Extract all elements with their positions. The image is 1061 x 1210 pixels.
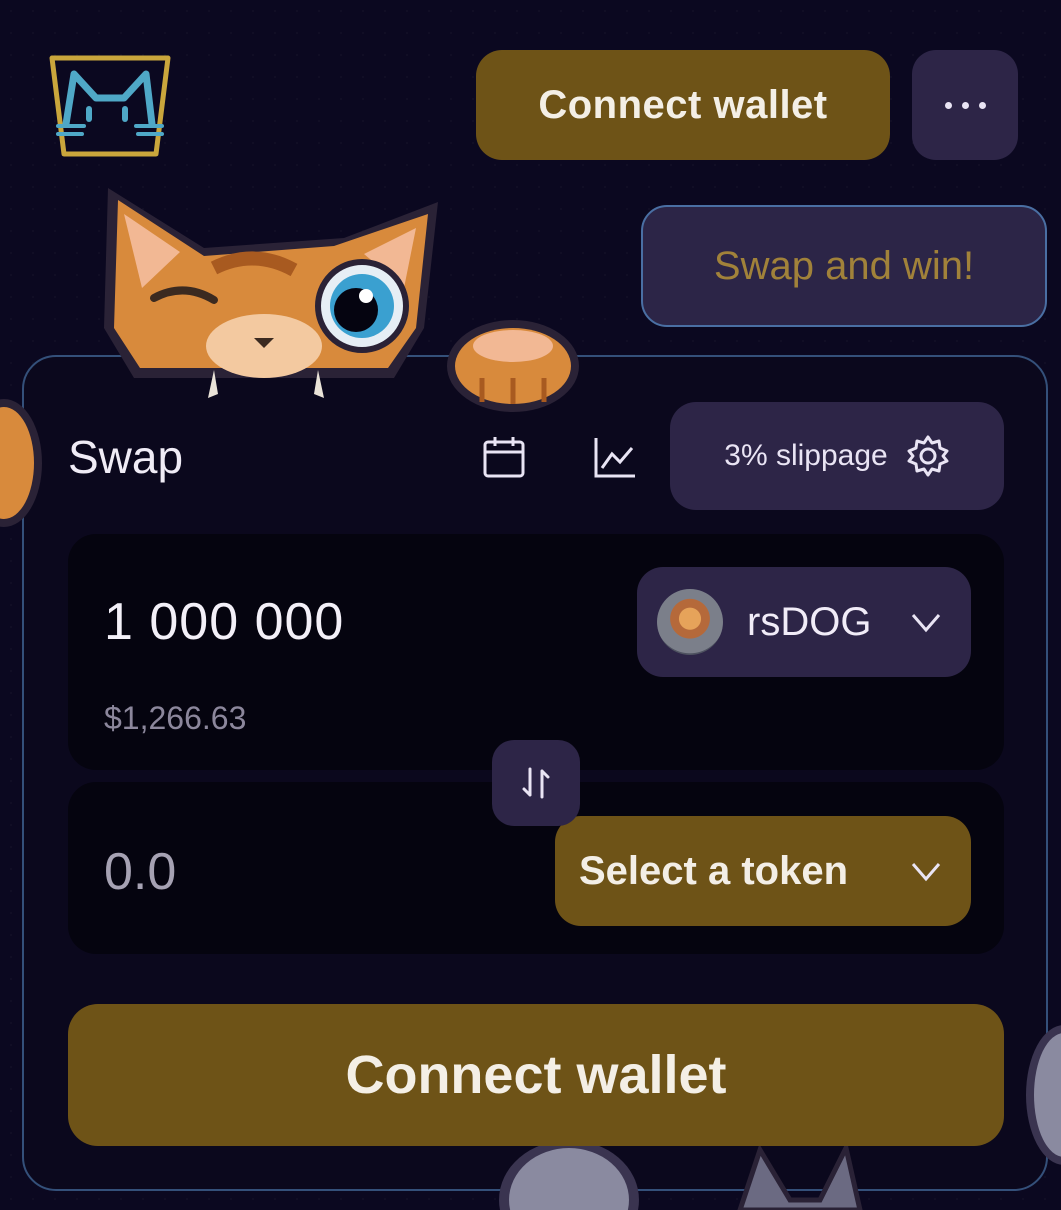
swap-title: Swap bbox=[68, 431, 184, 483]
rsdog-token-avatar bbox=[657, 589, 723, 655]
connect-wallet-button[interactable]: Connect wallet bbox=[68, 1004, 1004, 1146]
more-menu-button[interactable] bbox=[912, 50, 1018, 160]
to-amount-input[interactable]: 0.0 bbox=[104, 842, 176, 902]
swap-and-win-button[interactable]: Swap and win! bbox=[641, 205, 1047, 327]
slippage-label: 3% slippage bbox=[724, 439, 888, 472]
calendar-icon[interactable] bbox=[480, 434, 528, 482]
cat-paw-bottom-right bbox=[1026, 1025, 1061, 1165]
from-usd-value: $1,266.63 bbox=[104, 700, 247, 736]
from-token-selector[interactable]: rsDOG bbox=[637, 567, 971, 677]
gear-icon bbox=[907, 435, 949, 477]
swap-arrows-icon bbox=[522, 767, 550, 799]
connect-wallet-button-header[interactable]: Connect wallet bbox=[476, 50, 890, 160]
chart-icon[interactable] bbox=[592, 434, 638, 480]
select-token-button[interactable]: Select a token bbox=[555, 816, 971, 926]
select-token-label: Select a token bbox=[579, 848, 849, 893]
chevron-down-icon bbox=[911, 863, 941, 882]
cat-paw-left bbox=[0, 399, 42, 527]
cat-paw-right bbox=[447, 320, 579, 412]
ellipsis-icon bbox=[944, 101, 952, 109]
flip-direction-button[interactable] bbox=[492, 740, 580, 826]
cat-mascot-illustration bbox=[104, 188, 438, 398]
chevron-down-icon bbox=[911, 614, 941, 633]
from-amount-input[interactable]: 1 000 000 bbox=[104, 592, 344, 652]
slippage-settings-button[interactable]: 3% slippage bbox=[670, 402, 1004, 510]
app-logo[interactable] bbox=[44, 50, 176, 162]
from-token-symbol: rsDOG bbox=[747, 599, 872, 644]
